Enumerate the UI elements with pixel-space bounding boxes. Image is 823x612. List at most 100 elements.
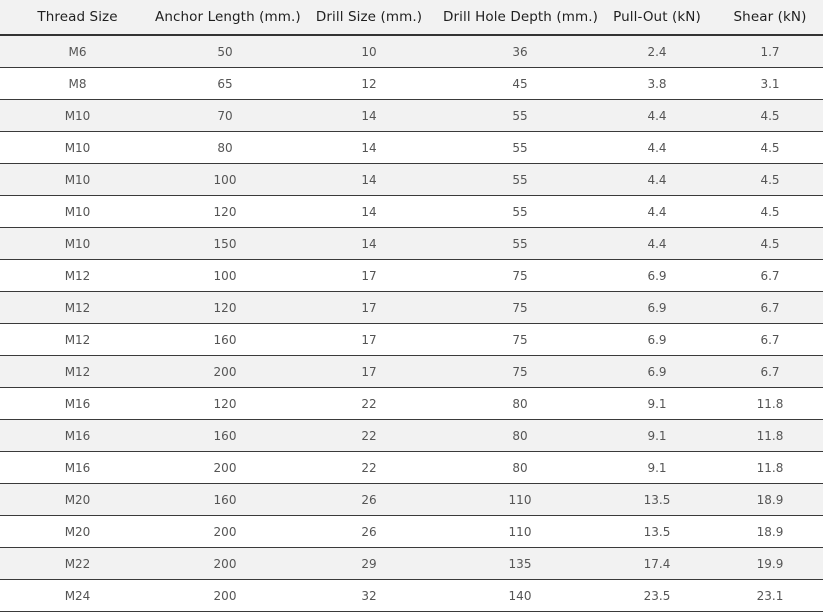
column-header-shear: Shear (kN) xyxy=(717,0,823,36)
table-cell: 55 xyxy=(443,163,597,196)
table-cell: 75 xyxy=(443,323,597,356)
table-cell: M24 xyxy=(0,579,155,612)
table-cell: 6.9 xyxy=(597,323,717,356)
table-cell: 6.7 xyxy=(717,291,823,324)
table-cell: 29 xyxy=(295,547,443,580)
table-row: M22 200 29 135 17.4 19.9 xyxy=(0,547,823,580)
table-body: M6 50 10 36 2.4 1.7 M8 65 12 45 3.8 3.1 M10 70 14 55 4.4… xyxy=(0,35,823,612)
table-cell: M10 xyxy=(0,99,155,132)
table-row: M8 65 12 45 3.8 3.1 xyxy=(0,67,823,100)
table-row: M20 200 26 110 13.5 18.9 xyxy=(0,515,823,548)
table-cell: M10 xyxy=(0,195,155,228)
table-cell: 14 xyxy=(295,99,443,132)
table-cell: M16 xyxy=(0,451,155,484)
table-row: M16 200 22 80 9.1 11.8 xyxy=(0,451,823,484)
table-cell: 75 xyxy=(443,259,597,292)
table-cell: 6.7 xyxy=(717,259,823,292)
table-cell: 120 xyxy=(155,291,295,324)
table-cell: 1.7 xyxy=(717,35,823,68)
table-cell: M12 xyxy=(0,259,155,292)
table-cell: 17 xyxy=(295,259,443,292)
table-cell: 14 xyxy=(295,195,443,228)
table-cell: 6.7 xyxy=(717,323,823,356)
table-cell: 14 xyxy=(295,227,443,260)
table-cell: 9.1 xyxy=(597,387,717,420)
table-cell: 22 xyxy=(295,387,443,420)
table-row: M6 50 10 36 2.4 1.7 xyxy=(0,35,823,68)
table-header-row: Thread Size Anchor Length (mm.) Drill Si… xyxy=(0,0,823,36)
column-header-pull-out: Pull-Out (kN) xyxy=(597,0,717,36)
table-cell: 3.8 xyxy=(597,67,717,100)
table-cell: M12 xyxy=(0,291,155,324)
table-cell: M10 xyxy=(0,227,155,260)
table-cell: M10 xyxy=(0,163,155,196)
table-cell: 150 xyxy=(155,227,295,260)
table-cell: 10 xyxy=(295,35,443,68)
table-cell: 26 xyxy=(295,483,443,516)
table-cell: 4.4 xyxy=(597,195,717,228)
column-header-anchor-length: Anchor Length (mm.) xyxy=(155,0,301,36)
table-cell: 4.4 xyxy=(597,227,717,260)
table-cell: 200 xyxy=(155,579,295,612)
table-cell: 4.5 xyxy=(717,99,823,132)
table-cell: 160 xyxy=(155,483,295,516)
table-cell: M10 xyxy=(0,131,155,164)
table-row: M24 200 32 140 23.5 23.1 xyxy=(0,579,823,612)
table-cell: 160 xyxy=(155,323,295,356)
table-cell: 23.1 xyxy=(717,579,823,612)
table-cell: 80 xyxy=(443,419,597,452)
table-cell: 17 xyxy=(295,355,443,388)
table-cell: 45 xyxy=(443,67,597,100)
table-cell: 13.5 xyxy=(597,483,717,516)
table-cell: 160 xyxy=(155,419,295,452)
table-cell: 17 xyxy=(295,291,443,324)
table-cell: 200 xyxy=(155,355,295,388)
table-cell: 9.1 xyxy=(597,419,717,452)
table-cell: 22 xyxy=(295,419,443,452)
table-cell: 70 xyxy=(155,99,295,132)
table-cell: 18.9 xyxy=(717,515,823,548)
table-cell: 18.9 xyxy=(717,483,823,516)
table-cell: 55 xyxy=(443,195,597,228)
table-cell: 75 xyxy=(443,291,597,324)
table-cell: M12 xyxy=(0,323,155,356)
table-cell: 2.4 xyxy=(597,35,717,68)
table-row: M16 120 22 80 9.1 11.8 xyxy=(0,387,823,420)
table-cell: M16 xyxy=(0,387,155,420)
table-cell: 19.9 xyxy=(717,547,823,580)
table-row: M12 200 17 75 6.9 6.7 xyxy=(0,355,823,388)
table-cell: 13.5 xyxy=(597,515,717,548)
table-cell: 4.5 xyxy=(717,163,823,196)
table-cell: 100 xyxy=(155,163,295,196)
table-row: M12 160 17 75 6.9 6.7 xyxy=(0,323,823,356)
table-cell: 100 xyxy=(155,259,295,292)
table-cell: 36 xyxy=(443,35,597,68)
table-cell: 55 xyxy=(443,99,597,132)
table-cell: 80 xyxy=(443,387,597,420)
table-cell: 11.8 xyxy=(717,387,823,420)
table-cell: 110 xyxy=(443,515,597,548)
table-cell: 80 xyxy=(443,451,597,484)
table-cell: 14 xyxy=(295,163,443,196)
table-row: M10 150 14 55 4.4 4.5 xyxy=(0,227,823,260)
table-row: M12 120 17 75 6.9 6.7 xyxy=(0,291,823,324)
table-cell: 65 xyxy=(155,67,295,100)
column-header-drill-size: Drill Size (mm.) xyxy=(295,0,443,36)
anchor-specification-table: Thread Size Anchor Length (mm.) Drill Si… xyxy=(0,0,823,612)
table-cell: M16 xyxy=(0,419,155,452)
table-cell: 14 xyxy=(295,131,443,164)
table-row: M10 70 14 55 4.4 4.5 xyxy=(0,99,823,132)
table-cell: 200 xyxy=(155,515,295,548)
table-cell: 17.4 xyxy=(597,547,717,580)
table-cell: 200 xyxy=(155,451,295,484)
table-cell: M20 xyxy=(0,483,155,516)
table-cell: M8 xyxy=(0,67,155,100)
table-cell: 26 xyxy=(295,515,443,548)
table-cell: 11.8 xyxy=(717,451,823,484)
table-cell: 120 xyxy=(155,195,295,228)
table-cell: 6.9 xyxy=(597,291,717,324)
table-cell: 3.1 xyxy=(717,67,823,100)
table-cell: 22 xyxy=(295,451,443,484)
table-cell: 140 xyxy=(443,579,597,612)
table-cell: 6.9 xyxy=(597,259,717,292)
